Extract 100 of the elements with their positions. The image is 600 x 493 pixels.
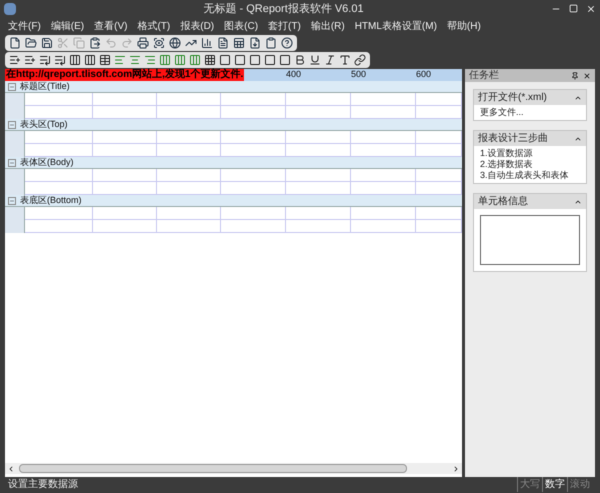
row-header[interactable] bbox=[5, 207, 25, 220]
grid-cell[interactable] bbox=[351, 106, 416, 119]
row-header[interactable] bbox=[5, 182, 25, 195]
align-center-icon[interactable] bbox=[129, 54, 141, 66]
grid-cell[interactable] bbox=[286, 131, 351, 144]
grid-cell[interactable] bbox=[351, 131, 416, 144]
horizontal-scrollbar[interactable] bbox=[5, 463, 462, 474]
grid-cell[interactable] bbox=[351, 144, 416, 157]
globe-icon[interactable] bbox=[169, 37, 181, 49]
menu-item[interactable]: 帮助(H) bbox=[446, 19, 481, 34]
clipboard-icon[interactable] bbox=[265, 37, 277, 49]
grid-cell[interactable] bbox=[416, 144, 462, 157]
grid-cell[interactable] bbox=[93, 93, 157, 106]
grid-cell[interactable] bbox=[93, 106, 157, 119]
grid-cell[interactable] bbox=[221, 106, 286, 119]
italic-icon[interactable] bbox=[324, 54, 336, 66]
new-file-icon[interactable] bbox=[9, 37, 21, 49]
grid-cell[interactable] bbox=[25, 169, 93, 182]
grid-cell[interactable] bbox=[221, 169, 286, 182]
menu-item[interactable]: HTML表格设置(M) bbox=[354, 19, 437, 34]
grid-cell[interactable] bbox=[416, 207, 462, 220]
grid-cell[interactable] bbox=[25, 220, 93, 233]
grid-cell[interactable] bbox=[416, 169, 462, 182]
update-notice[interactable]: 在http://qreport.tlisoft.com网站上,发现1个更新文件. bbox=[5, 69, 244, 81]
grid-cell[interactable] bbox=[25, 93, 93, 106]
grid-icon[interactable] bbox=[204, 54, 216, 66]
grid-cell[interactable] bbox=[351, 169, 416, 182]
grid-cell[interactable] bbox=[286, 93, 351, 106]
grid-cell[interactable] bbox=[286, 106, 351, 119]
row-header[interactable] bbox=[5, 106, 25, 119]
folder-icon[interactable] bbox=[25, 37, 37, 49]
grid-cell[interactable] bbox=[93, 144, 157, 157]
grid-cell[interactable] bbox=[416, 106, 462, 119]
preview-icon[interactable] bbox=[153, 37, 165, 49]
grid-cell[interactable] bbox=[286, 169, 351, 182]
grid-cell[interactable] bbox=[93, 207, 157, 220]
pin-icon[interactable] bbox=[571, 72, 579, 80]
border-icon[interactable] bbox=[279, 54, 291, 66]
menu-item[interactable]: 文件(F) bbox=[8, 19, 41, 34]
border-icon[interactable] bbox=[264, 54, 276, 66]
border-icon[interactable] bbox=[249, 54, 261, 66]
grid-cell[interactable] bbox=[351, 182, 416, 195]
grid-cell[interactable] bbox=[221, 144, 286, 157]
grid-cell[interactable] bbox=[221, 207, 286, 220]
task-link[interactable]: 3.自动生成表头和表体 bbox=[480, 170, 580, 181]
menu-item[interactable]: 报表(D) bbox=[180, 19, 214, 34]
bold-icon[interactable] bbox=[294, 54, 306, 66]
row-header[interactable] bbox=[5, 220, 25, 233]
close-icon[interactable] bbox=[583, 72, 591, 80]
grid-cell[interactable] bbox=[93, 131, 157, 144]
grid-cell[interactable] bbox=[25, 207, 93, 220]
grid-cell[interactable] bbox=[351, 207, 416, 220]
grid-cell[interactable] bbox=[416, 131, 462, 144]
menu-item[interactable]: 输出(R) bbox=[310, 19, 345, 34]
grid-cell[interactable] bbox=[221, 220, 286, 233]
column-icon[interactable] bbox=[84, 54, 96, 66]
grid-cell[interactable] bbox=[157, 106, 221, 119]
grid-cell[interactable] bbox=[286, 220, 351, 233]
printer-icon[interactable] bbox=[137, 37, 149, 49]
grid-cell[interactable] bbox=[416, 220, 462, 233]
grid-cell[interactable] bbox=[157, 131, 221, 144]
border-icon[interactable] bbox=[234, 54, 246, 66]
grid-cell[interactable] bbox=[157, 182, 221, 195]
menu-item[interactable]: 查看(V) bbox=[94, 19, 128, 34]
scroll-left-icon[interactable] bbox=[7, 464, 15, 472]
grid-cell[interactable] bbox=[351, 220, 416, 233]
grid-cell[interactable] bbox=[351, 93, 416, 106]
grid-cell[interactable] bbox=[286, 144, 351, 157]
grid-cell[interactable] bbox=[25, 106, 93, 119]
maximize-icon[interactable] bbox=[569, 4, 578, 13]
task-link[interactable]: 1.设置数据源 bbox=[480, 148, 580, 159]
table-icon[interactable] bbox=[99, 54, 111, 66]
row-header[interactable] bbox=[5, 144, 25, 157]
grid-cell[interactable] bbox=[93, 220, 157, 233]
export-icon[interactable] bbox=[249, 37, 261, 49]
grid-cell[interactable] bbox=[286, 182, 351, 195]
underline-icon[interactable] bbox=[309, 54, 321, 66]
grid-cell[interactable] bbox=[221, 93, 286, 106]
grid-cell[interactable] bbox=[416, 93, 462, 106]
grid-cell[interactable] bbox=[416, 182, 462, 195]
document-icon[interactable] bbox=[217, 37, 229, 49]
grid-cell[interactable] bbox=[25, 182, 93, 195]
align-right-icon[interactable] bbox=[144, 54, 156, 66]
column-icon[interactable] bbox=[69, 54, 81, 66]
menu-item[interactable]: 套打(T) bbox=[268, 19, 301, 34]
grid-cell[interactable] bbox=[157, 144, 221, 157]
close-icon[interactable] bbox=[586, 4, 596, 14]
row-header[interactable] bbox=[5, 93, 25, 106]
border-icon[interactable] bbox=[219, 54, 231, 66]
menu-item[interactable]: 图表(C) bbox=[224, 19, 258, 34]
task-link[interactable]: 更多文件... bbox=[480, 107, 580, 118]
grid-cell[interactable] bbox=[93, 182, 157, 195]
font-color-icon[interactable] bbox=[339, 54, 351, 66]
grid-cell[interactable] bbox=[25, 131, 93, 144]
grid-cell[interactable] bbox=[157, 169, 221, 182]
insert-row-icon[interactable] bbox=[24, 54, 36, 66]
grid-cell[interactable] bbox=[221, 131, 286, 144]
grid-cell[interactable] bbox=[25, 144, 93, 157]
grid-cell[interactable] bbox=[157, 207, 221, 220]
grid-cell[interactable] bbox=[93, 169, 157, 182]
